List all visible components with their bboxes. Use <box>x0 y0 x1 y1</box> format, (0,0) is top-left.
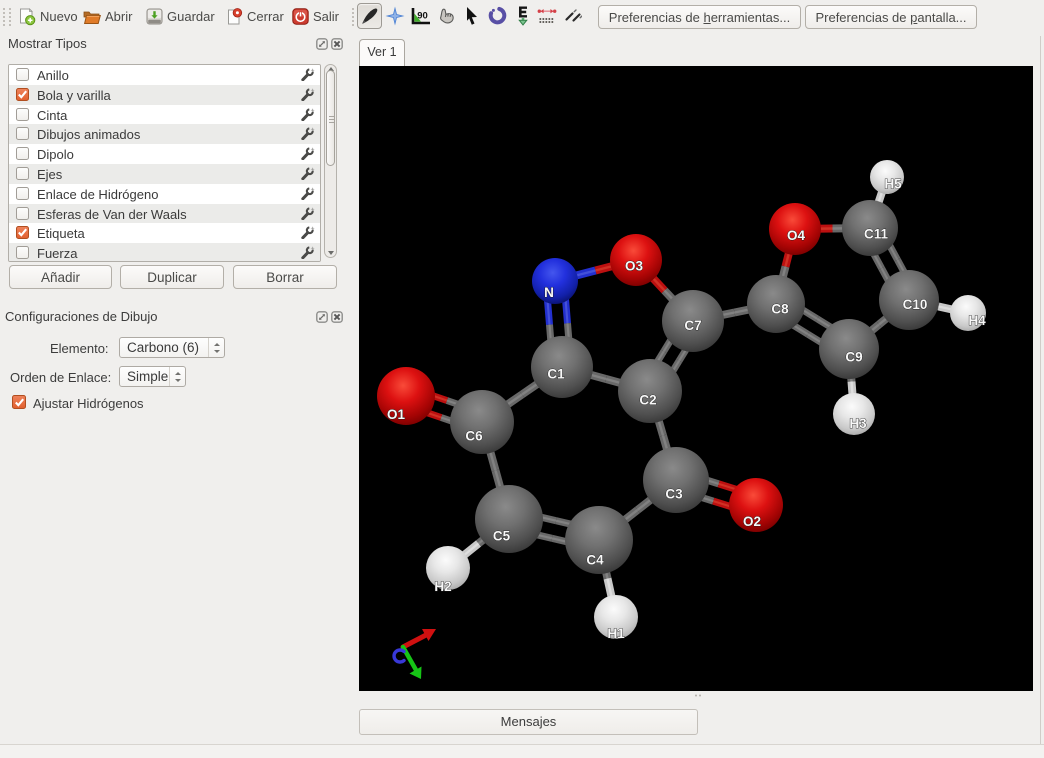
svg-text:C4: C4 <box>586 553 604 568</box>
svg-text:C3: C3 <box>665 487 683 502</box>
svg-text:H2: H2 <box>434 579 451 594</box>
svg-text:C6: C6 <box>465 429 483 444</box>
svg-text:O3: O3 <box>625 259 644 274</box>
svg-text:N: N <box>544 285 554 300</box>
svg-text:H3: H3 <box>849 416 867 431</box>
svg-text:C8: C8 <box>771 302 789 317</box>
svg-text:C9: C9 <box>845 350 862 365</box>
svg-text:O2: O2 <box>743 514 761 529</box>
svg-text:C7: C7 <box>684 318 701 333</box>
svg-text:H5: H5 <box>884 177 902 192</box>
svg-text:C11: C11 <box>864 227 889 242</box>
svg-text:C5: C5 <box>493 529 511 544</box>
svg-text:O1: O1 <box>387 407 406 422</box>
svg-text:C10: C10 <box>903 297 928 312</box>
svg-text:C1: C1 <box>547 367 565 382</box>
svg-text:O4: O4 <box>787 228 806 243</box>
svg-text:H1: H1 <box>607 626 625 641</box>
svg-text:C2: C2 <box>639 393 656 408</box>
svg-text:H4: H4 <box>968 313 986 328</box>
svg-text:90: 90 <box>417 11 428 22</box>
